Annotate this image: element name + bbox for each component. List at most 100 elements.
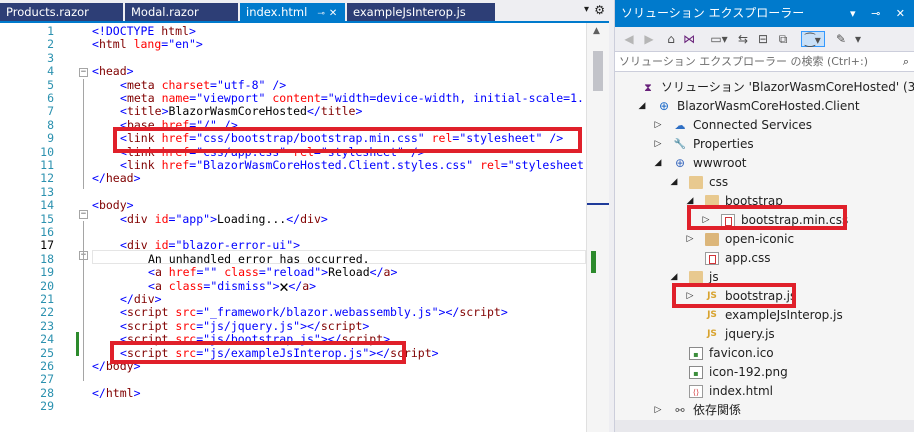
tab-examplejsinterop-js[interactable]: exampleJsInterop.js — [347, 3, 495, 21]
tree-item[interactable]: ▷ ⚯ 依存関係 — [615, 401, 914, 420]
tree-item-label: ソリューション 'BlazorWasmCoreHosted' (3/3 のプ — [661, 80, 914, 94]
line-number: 22 — [40, 305, 54, 320]
line-number: 29 — [40, 399, 54, 414]
close-icon[interactable]: ✕ — [329, 8, 337, 19]
tab-products-razor[interactable]: Products.razor — [0, 3, 123, 21]
tree-item[interactable]: ▷ open-iconic — [615, 230, 914, 249]
code-line-14: <body> — [92, 198, 134, 213]
tree-item[interactable]: ◢ ⊕ BlazorWasmCoreHosted.Client — [615, 97, 914, 116]
expand-arrow-icon[interactable]: ▷ — [685, 230, 695, 249]
tree-item[interactable]: ▷ ☁ Connected Services — [615, 116, 914, 135]
vertical-scrollbar[interactable]: ▲ — [586, 23, 610, 432]
code-line-4: <head> — [92, 64, 134, 79]
line-number: 20 — [40, 278, 54, 293]
line-number: 10 — [40, 144, 54, 159]
tree-item[interactable]: app.css — [615, 249, 914, 268]
line-number: 2 — [47, 37, 54, 52]
wrench-icon[interactable]: ✎ — [833, 31, 849, 47]
tree-item[interactable]: ◢ css — [615, 173, 914, 192]
code-line-2: <html lang="en"> — [92, 37, 203, 52]
show-all-files-icon[interactable]: ⧉ — [775, 31, 791, 47]
scroll-up-icon[interactable]: ▲ — [593, 26, 600, 36]
code-line-5: <meta charset="utf-8" /> — [120, 77, 287, 92]
tree-item[interactable]: JS exampleJsInterop.js — [615, 306, 914, 325]
line-number: 3 — [47, 50, 54, 65]
gear-icon[interactable]: ⚙ — [594, 3, 605, 17]
home-icon[interactable]: ⌂ — [663, 31, 679, 47]
tab-modal-razor[interactable]: Modal.razor — [125, 3, 238, 21]
vs-icon[interactable]: ⋈ — [681, 31, 697, 47]
collapse-arrow-icon[interactable]: ◢ — [653, 154, 663, 173]
tree-item[interactable]: ⧗ ソリューション 'BlazorWasmCoreHosted' (3/3 のプ — [615, 78, 914, 97]
line-number: 23 — [40, 318, 54, 333]
tree-item-label: favicon.ico — [709, 346, 774, 360]
image-icon: ▪ — [689, 347, 703, 360]
highlight-bootstrap-js-file — [672, 283, 796, 308]
expand-arrow-icon[interactable]: ▷ — [653, 135, 663, 154]
line-number: 26 — [40, 359, 54, 373]
collapse-arrow-icon[interactable]: ◢ — [669, 173, 679, 192]
code-line-1: <!DOCTYPE html> — [92, 24, 196, 38]
horizontal-scrollbar[interactable] — [615, 420, 914, 432]
js-icon: JS — [707, 329, 717, 339]
toolbar-overflow-icon[interactable]: ▾ — [853, 31, 863, 47]
back-icon[interactable]: ◀ — [621, 31, 637, 47]
tree-item-label: Connected Services — [693, 118, 813, 132]
code-line-28: </html> — [92, 385, 141, 400]
project-icon: ⊕ — [658, 99, 670, 113]
sync-icon[interactable]: ⇆ — [735, 31, 751, 47]
tree-item-label: app.css — [725, 251, 771, 265]
pending-changes-icon[interactable]: ▭▾ — [707, 31, 731, 47]
tree-item[interactable]: ▪ icon-192.png — [615, 363, 914, 382]
html-file-icon: ⟨⟩ — [689, 385, 703, 398]
tree-item-label: BlazorWasmCoreHosted.Client — [677, 99, 860, 113]
highlight-bootstrap-min-css-file — [687, 205, 847, 230]
code-line-19: <a href="" class="reload">Reload</a> — [148, 265, 398, 280]
expand-arrow-icon[interactable]: ▷ — [653, 116, 663, 135]
code-line-22: <script src="_framework/blazor.webassemb… — [120, 305, 508, 320]
line-number: 1 — [47, 24, 54, 38]
line-number: 24 — [40, 332, 54, 347]
fold-line-head — [83, 79, 84, 189]
code-area[interactable]: <!DOCTYPE html> <html lang="en"> <head> … — [92, 23, 586, 432]
document-tab-bar: Products.razor Modal.razor index.html ⊸ ✕ … — [0, 0, 609, 21]
tree-item-label: icon-192.png — [709, 365, 788, 379]
code-line-7: <title>BlazorWasmCoreHosted</title> — [120, 104, 363, 119]
tab-index-html[interactable]: index.html ⊸ ✕ — [240, 3, 345, 21]
pin-icon[interactable]: ⊸ — [317, 9, 325, 19]
change-indicator — [76, 332, 79, 356]
line-number: 13 — [40, 184, 54, 199]
window-buttons[interactable]: ▾ ⊸ ✕ — [850, 0, 911, 27]
fold-toggle-html[interactable]: − — [79, 68, 88, 77]
line-number: 11 — [40, 158, 54, 172]
forward-icon[interactable]: ▶ — [641, 31, 657, 47]
code-editor[interactable]: Products.razor Modal.razor index.html ⊸ ✕ … — [0, 0, 610, 432]
expand-arrow-icon[interactable]: ▷ — [653, 401, 663, 420]
fold-line-body — [83, 221, 84, 381]
wrench-icon: 🔧 — [673, 139, 687, 150]
tree-item-label: index.html — [709, 384, 773, 398]
collapse-icon[interactable]: ⊟ — [755, 31, 771, 47]
tab-overflow-icon[interactable]: ▾ — [584, 4, 589, 15]
fold-toggle-body[interactable]: − — [79, 210, 88, 219]
collapse-arrow-icon[interactable]: ◢ — [637, 97, 647, 116]
tree-item[interactable]: ◢ ⊕ wwwroot — [615, 154, 914, 173]
css-file-icon — [705, 252, 719, 265]
solution-icon: ⧗ — [644, 81, 652, 94]
tree-item[interactable]: ▷ 🔧 Properties — [615, 135, 914, 154]
line-number: 28 — [40, 385, 54, 400]
line-number: 8 — [47, 117, 54, 132]
tree-item[interactable]: ▪ favicon.ico — [615, 344, 914, 363]
line-number: 19 — [40, 265, 54, 280]
code-line-20: <a class="dismiss">🗙</a> — [148, 278, 317, 293]
line-number: 27 — [40, 372, 54, 387]
solution-explorer-search-input[interactable]: ソリューション エクスプローラー の検索 (Ctrl+:) ⌕ — [615, 51, 914, 72]
preview-icon[interactable]: ⁐▾ — [801, 31, 825, 47]
line-number: 17 — [40, 238, 54, 253]
tree-item-label: Properties — [693, 137, 754, 151]
scrollbar-thumb[interactable] — [593, 51, 603, 91]
search-icon[interactable]: ⌕ — [903, 52, 909, 71]
highlight-bootstrap-css-link — [113, 127, 582, 153]
tree-item[interactable]: ⟨⟩ index.html — [615, 382, 914, 401]
tree-item[interactable]: JS jquery.js — [615, 325, 914, 344]
